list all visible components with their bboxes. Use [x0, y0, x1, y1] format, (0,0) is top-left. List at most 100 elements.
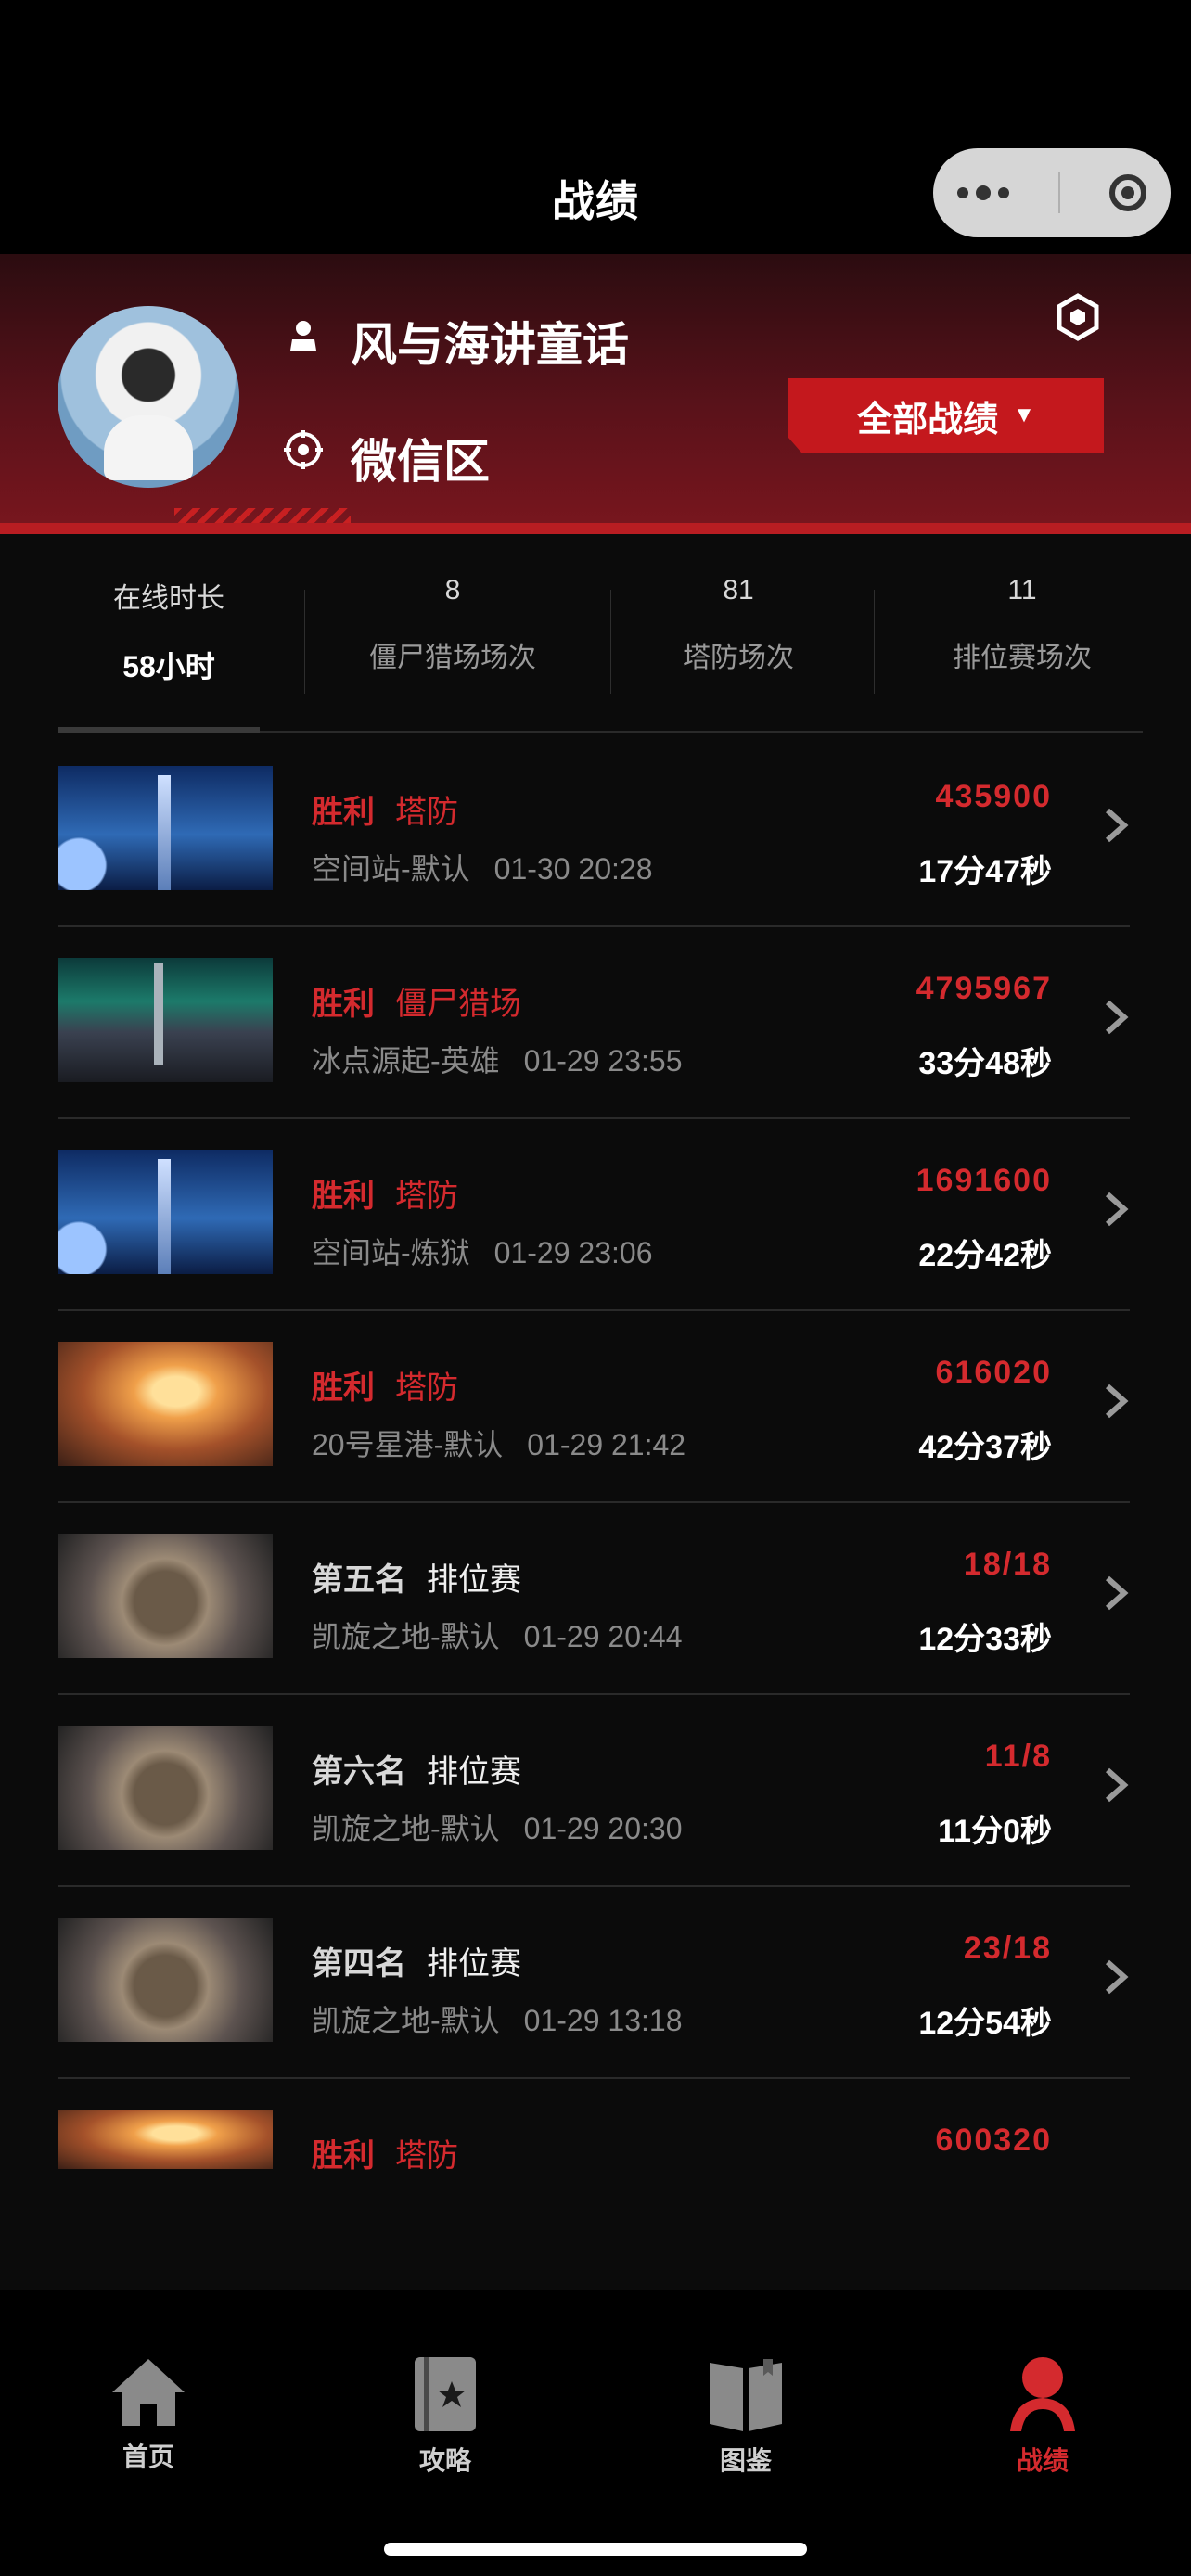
- settings-hex-icon[interactable]: [1054, 293, 1102, 341]
- record-result: 第六名: [312, 1754, 406, 1790]
- profile-card: 风与海讲童话 微信区 全部战绩 ▼: [0, 254, 1191, 534]
- record-duration: 17分47秒: [918, 854, 1052, 889]
- tab-home[interactable]: 首页: [56, 2355, 241, 2474]
- record-item[interactable]: 胜利 塔防 空间站-炼狱 01-29 23:06 1691600 22分42秒: [58, 1118, 1130, 1311]
- decorative-stripe: [0, 523, 1191, 534]
- stat-zombie-matches[interactable]: 8 僵尸猎场场次: [341, 575, 564, 701]
- record-time: 01-29 20:30: [523, 1812, 683, 1845]
- record-map: 冰点源起-英雄: [312, 1044, 500, 1078]
- record-map: 凯旋之地-默认: [312, 2004, 500, 2037]
- tab-label: 图鉴: [719, 2446, 772, 2475]
- record-mode: 塔防: [395, 1371, 458, 1406]
- decorative-hatch: [174, 508, 351, 523]
- record-map: 空间站-炼狱: [312, 1236, 470, 1269]
- stat-ranked-matches[interactable]: 11 排位赛场次: [911, 575, 1133, 701]
- stat-value: 11: [1007, 575, 1037, 606]
- map-thumbnail: [58, 766, 273, 890]
- record-score: 435900: [935, 779, 1052, 814]
- record-mode: 僵尸猎场: [395, 987, 521, 1022]
- open-book-icon: [710, 2359, 782, 2431]
- record-map: 凯旋之地-默认: [312, 1620, 500, 1653]
- chevron-right-icon: [1106, 1959, 1129, 1995]
- record-mode: 塔防: [395, 1179, 458, 1214]
- match-records-list: 胜利 塔防 空间站-默认 01-30 20:28 435900 17分47秒 胜利僵…: [0, 734, 1191, 2290]
- record-score: 18/18: [963, 1547, 1052, 1582]
- record-score: 23/18: [963, 1931, 1052, 1966]
- stat-divider: [304, 590, 305, 694]
- server-name: 微信区: [351, 436, 490, 488]
- record-time: 01-29 13:18: [523, 2004, 683, 2037]
- record-result: 胜利: [312, 795, 375, 830]
- profile-icon: [1010, 2357, 1075, 2431]
- tab-label: 攻略: [418, 2446, 471, 2475]
- all-records-filter-button[interactable]: 全部战绩 ▼: [788, 378, 1104, 453]
- chevron-right-icon: [1106, 1000, 1129, 1035]
- map-thumbnail: [58, 1150, 273, 1274]
- record-duration: 42分37秒: [918, 1430, 1052, 1465]
- home-icon: [112, 2359, 185, 2426]
- record-item[interactable]: 胜利 塔防 20号星港-默认 01-29 21:42 616020 42分37秒: [58, 1310, 1130, 1503]
- player-name: 风与海讲童话: [351, 319, 629, 371]
- home-indicator[interactable]: [384, 2543, 807, 2556]
- stat-divider: [610, 590, 611, 694]
- map-thumbnail: [58, 1534, 273, 1658]
- stat-label: 塔防场次: [683, 643, 794, 673]
- record-result: 胜利: [312, 987, 375, 1022]
- chevron-right-icon: [1106, 1192, 1129, 1227]
- avatar[interactable]: [58, 306, 239, 488]
- tab-label: 战绩: [1016, 2446, 1069, 2475]
- record-item[interactable]: 第四名 排位赛 凯旋之地-默认 01-29 13:18 23/18 12分54秒: [58, 1886, 1130, 2079]
- stats-active-indicator: [58, 727, 260, 733]
- stat-divider: [874, 590, 875, 694]
- map-thumbnail: [58, 2110, 273, 2169]
- tab-label: 首页: [122, 2442, 174, 2471]
- record-time: 01-29 23:55: [523, 1044, 683, 1078]
- map-thumbnail: [58, 1342, 273, 1466]
- record-result: 胜利: [312, 1179, 375, 1214]
- stat-value: 58小时: [122, 650, 215, 683]
- tab-encyclopedia[interactable]: 图鉴: [653, 2355, 839, 2478]
- record-duration: 11分0秒: [938, 1814, 1052, 1849]
- record-duration: 12分33秒: [918, 1622, 1052, 1657]
- record-mode: 排位赛: [427, 1562, 521, 1598]
- record-mode: 排位赛: [427, 1946, 521, 1982]
- stat-value: 8: [444, 575, 461, 606]
- record-item[interactable]: 胜利 塔防 空间站-默认 01-30 20:28 435900 17分47秒: [58, 734, 1130, 927]
- tab-records[interactable]: 战绩: [950, 2355, 1135, 2478]
- record-mode: 排位赛: [427, 1754, 521, 1790]
- chevron-right-icon: [1106, 1767, 1129, 1803]
- chevron-right-icon: [1106, 1384, 1129, 1419]
- stat-online-time[interactable]: 在线时长 58小时: [58, 575, 280, 701]
- close-mini-program-button[interactable]: [1108, 174, 1146, 211]
- bottom-tab-bar: 首页 攻略 图鉴 战绩: [0, 2290, 1191, 2576]
- record-item[interactable]: 胜利 僵尸猎场 冰点源起-英雄 01-29 23:55 4795967 33分48秒: [58, 926, 1130, 1119]
- mini-program-capsule: [933, 148, 1171, 237]
- guide-book-icon: [415, 2357, 476, 2431]
- stat-tower-defense-matches[interactable]: 81 塔防场次: [627, 575, 850, 701]
- record-map: 空间站-默认: [312, 852, 470, 886]
- record-result: 胜利: [312, 1371, 375, 1406]
- stat-label: 排位赛场次: [953, 643, 1092, 673]
- record-time: 01-29 21:42: [527, 1428, 686, 1461]
- map-thumbnail: [58, 1726, 273, 1850]
- record-item[interactable]: 第五名 排位赛 凯旋之地-默认 01-29 20:44 18/18 12分33秒: [58, 1502, 1130, 1695]
- stat-label: 僵尸猎场场次: [369, 643, 536, 673]
- server-crosshair-icon: [284, 430, 323, 469]
- chevron-right-icon: [1106, 808, 1129, 843]
- map-thumbnail: [58, 958, 273, 1082]
- stat-value: 81: [723, 575, 754, 606]
- record-duration: 12分54秒: [918, 2006, 1052, 2041]
- record-time: 01-29 20:44: [523, 1620, 683, 1653]
- tab-guide[interactable]: 攻略: [352, 2355, 538, 2478]
- record-item[interactable]: 胜利 塔防 600320: [58, 2078, 1130, 2269]
- record-item[interactable]: 第六名 排位赛 凯旋之地-默认 01-29 20:30 11/8 11分0秒: [58, 1694, 1130, 1887]
- record-score: 600320: [935, 2123, 1052, 2158]
- stat-label: 在线时长: [113, 583, 224, 614]
- all-records-label: 全部战绩: [857, 400, 999, 440]
- record-map: 20号星港-默认: [312, 1428, 504, 1461]
- more-options-button[interactable]: [957, 185, 1010, 200]
- record-result: 第四名: [312, 1946, 406, 1982]
- record-map: 凯旋之地-默认: [312, 1812, 500, 1845]
- record-score: 11/8: [984, 1739, 1052, 1774]
- record-mode: 塔防: [395, 795, 458, 830]
